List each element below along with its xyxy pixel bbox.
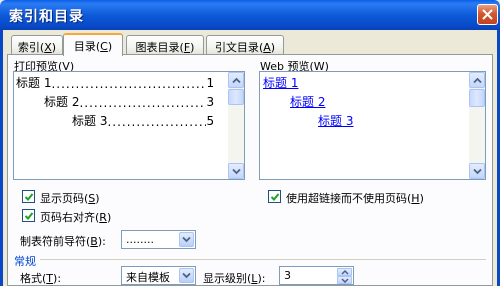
chevron-up-icon: [473, 77, 482, 84]
web-preview-link[interactable]: 标题 3: [318, 112, 353, 129]
tab-index[interactable]: 索引(X): [11, 35, 63, 55]
tab-citations[interactable]: 引文目录(A): [206, 35, 284, 55]
web-preview-link[interactable]: 标题 1: [263, 74, 298, 91]
scroll-up-button[interactable]: [469, 72, 485, 88]
print-preview-box: 标题 1....................................…: [13, 71, 245, 180]
web-preview-link[interactable]: 标题 2: [290, 93, 325, 110]
scroll-thumb[interactable]: [228, 89, 244, 105]
tab-leader-value: ........: [126, 233, 154, 246]
chevron-up-icon: [232, 77, 241, 84]
window-title: 索引和目录: [9, 9, 84, 25]
tab-leader-select[interactable]: ........: [121, 230, 196, 249]
chevron-up-icon: [341, 270, 349, 275]
tab-leader-label: 制表符前导符(B):: [20, 235, 106, 248]
chevron-down-icon: [473, 168, 482, 175]
tab-toc[interactable]: 目录(C): [63, 33, 123, 56]
close-icon: [482, 9, 493, 20]
spin-up-button[interactable]: [337, 268, 352, 276]
general-divider: [40, 259, 486, 260]
dropdown-button[interactable]: [179, 268, 194, 283]
scroll-down-button[interactable]: [469, 163, 485, 179]
window-frame-left: [0, 30, 3, 286]
scroll-down-button[interactable]: [228, 163, 244, 179]
levels-spinner[interactable]: 3: [279, 266, 354, 285]
print-preview-entry: 标题 2....................................…: [44, 95, 215, 110]
show-page-numbers-label[interactable]: 显示页码(S): [40, 190, 100, 206]
print-preview-entry: 标题 1....................................…: [16, 76, 215, 91]
print-preview-scrollbar[interactable]: [228, 72, 244, 179]
web-preview-box: 标题 1 标题 2 标题 3: [259, 71, 486, 180]
dropdown-button[interactable]: [179, 232, 194, 247]
format-value: 来自模板: [126, 271, 170, 284]
general-heading: 常规: [14, 255, 36, 268]
levels-label: 显示级别(L):: [203, 272, 266, 285]
web-preview-scrollbar[interactable]: [469, 72, 485, 179]
print-preview-entry: 标题 3....................................…: [72, 114, 215, 129]
right-align-label[interactable]: 页码右对齐(R): [40, 209, 111, 225]
checkmark-icon: [270, 193, 280, 201]
tab-figures[interactable]: 图表目录(F): [126, 35, 204, 55]
spin-down-button[interactable]: [337, 276, 352, 284]
levels-value: 3: [284, 269, 291, 282]
scroll-thumb[interactable]: [469, 89, 485, 107]
chevron-down-icon: [182, 272, 191, 279]
chevron-down-icon: [182, 236, 191, 243]
format-label: 格式(T):: [20, 272, 62, 285]
right-align-checkbox[interactable]: [22, 209, 35, 222]
chevron-down-icon: [341, 278, 349, 283]
chevron-down-icon: [232, 168, 241, 175]
show-page-numbers-checkbox[interactable]: [22, 190, 35, 203]
checkmark-icon: [24, 212, 34, 220]
format-select[interactable]: 来自模板: [121, 266, 196, 285]
use-hyperlinks-checkbox[interactable]: [268, 190, 281, 203]
checkmark-icon: [24, 193, 34, 201]
use-hyperlinks-label[interactable]: 使用超链接而不使用页码(H): [286, 190, 424, 206]
close-button[interactable]: [477, 4, 498, 25]
scroll-up-button[interactable]: [228, 72, 244, 88]
